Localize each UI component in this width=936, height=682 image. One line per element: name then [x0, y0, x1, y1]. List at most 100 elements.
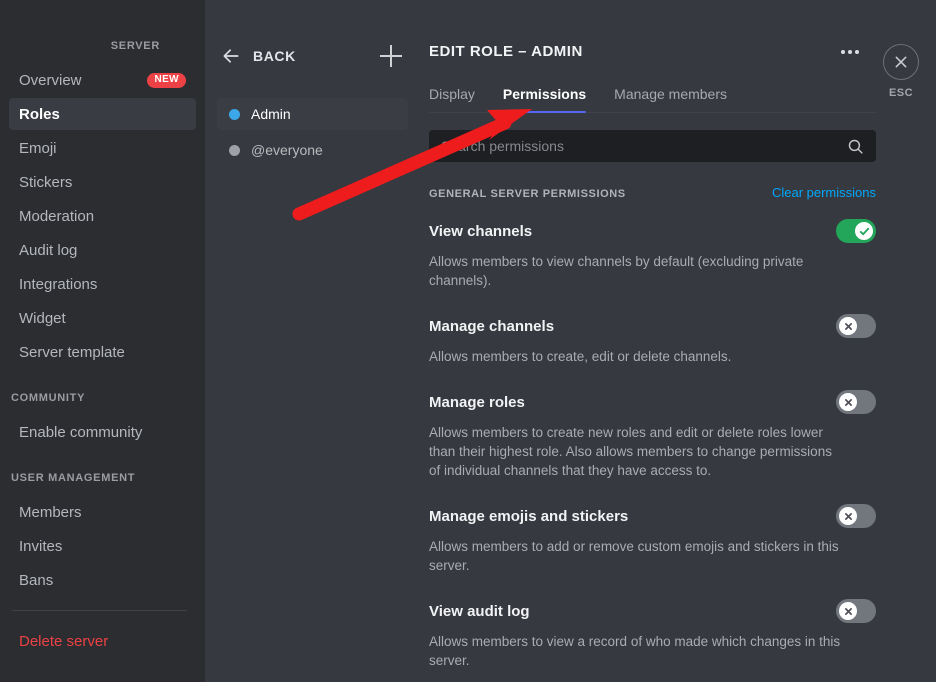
role-list-item-everyone[interactable]: @everyone — [217, 134, 408, 166]
permission-description: Allows members to view a record of who m… — [429, 634, 841, 668]
close-label: ESC — [888, 87, 914, 99]
section-title: GENERAL SERVER PERMISSIONS — [429, 188, 626, 200]
permission-name: View channels — [429, 222, 533, 240]
permission-row-view-audit-log: View audit log Allows members to view a … — [429, 599, 876, 670]
tab-permissions[interactable]: Permissions — [502, 86, 587, 113]
sidebar-item-label: Invites — [19, 537, 63, 555]
dot — [841, 49, 845, 54]
sidebar-item-moderation[interactable]: Moderation — [9, 200, 196, 232]
sidebar-item-label: Bans — [19, 571, 54, 589]
back-button[interactable]: BACK — [221, 46, 380, 66]
role-tabs: Display Permissions Manage members — [429, 86, 876, 113]
permission-header: Manage channels — [429, 314, 876, 338]
permission-header: Manage emojis and stickers — [429, 504, 876, 528]
close-settings-column: ESC — [866, 0, 936, 682]
sidebar-item-overview[interactable]: Overview NEW — [9, 64, 196, 96]
permission-row-manage-roles: Manage roles Allows members to create ne… — [429, 390, 876, 480]
back-label: BACK — [253, 48, 296, 64]
close-icon — [895, 56, 907, 68]
permission-name: Manage channels — [429, 317, 555, 335]
toggle-knob — [839, 393, 857, 411]
permission-description: Allows members to add or remove custom e… — [429, 539, 839, 573]
sidebar-item-widget[interactable]: Widget — [9, 302, 196, 334]
sidebar-item-members[interactable]: Members — [9, 496, 196, 528]
permission-description: Allows members to view channels by defau… — [429, 254, 804, 288]
sidebar-item-bans[interactable]: Bans — [9, 564, 196, 596]
sidebar-item-enable-community[interactable]: Enable community — [9, 416, 196, 448]
sidebar-item-label: Server template — [19, 343, 125, 361]
sidebar-item-label: Integrations — [19, 275, 98, 293]
edit-role-content: EDIT ROLE – ADMIN Display Permissions Ma… — [420, 43, 936, 670]
tab-display[interactable]: Display — [429, 86, 475, 113]
sidebar-item-integrations[interactable]: Integrations — [9, 268, 196, 300]
sidebar-item-roles[interactable]: Roles — [9, 98, 196, 130]
more-options-icon[interactable] — [837, 46, 863, 58]
role-color-dot — [229, 108, 240, 120]
arrow-left-icon — [223, 49, 239, 63]
new-badge: NEW — [147, 72, 186, 88]
sidebar-item-label: Enable community — [19, 423, 143, 441]
sidebar-group-header-community: COMMUNITY — [11, 392, 86, 404]
role-name: @everyone — [251, 142, 323, 158]
sidebar-item-label: Widget — [19, 309, 66, 327]
close-icon — [844, 607, 852, 615]
search-icon — [848, 139, 863, 154]
permission-header: View channels — [429, 219, 876, 243]
sidebar-item-delete-server[interactable]: Delete server — [9, 625, 196, 657]
sidebar-item-invites[interactable]: Invites — [9, 530, 196, 562]
toggle-knob — [839, 317, 857, 335]
close-icon — [844, 512, 852, 520]
role-list-item-admin[interactable]: Admin — [217, 98, 408, 130]
sidebar-item-emoji[interactable]: Emoji — [9, 132, 196, 164]
clear-permissions-link[interactable]: Clear permissions — [772, 185, 876, 200]
edit-role-panel: EDIT ROLE – ADMIN Display Permissions Ma… — [420, 0, 936, 682]
dot — [855, 49, 859, 54]
sidebar-group-header-user-management: USER MANAGEMENT — [11, 472, 136, 484]
add-role-icon[interactable] — [380, 45, 402, 67]
permission-header: View audit log — [429, 599, 876, 623]
toggle-knob — [839, 602, 857, 620]
sidebar-item-label: Stickers — [19, 173, 73, 191]
role-color-dot — [229, 144, 240, 156]
permission-name: View audit log — [429, 602, 530, 620]
sidebar-item-label: Members — [19, 503, 82, 521]
discord-server-settings-window: SERVER Overview NEW Roles Emoji Stickers… — [0, 0, 936, 682]
toggle-knob — [839, 507, 857, 525]
dot — [848, 49, 852, 54]
search-permissions-field[interactable] — [429, 130, 876, 162]
permission-name: Manage roles — [429, 393, 525, 411]
roles-panel-header: BACK — [205, 40, 420, 72]
sidebar-item-server-template[interactable]: Server template — [9, 336, 196, 368]
close-button[interactable] — [883, 44, 919, 80]
roles-list-panel: BACK Admin @everyone — [205, 0, 420, 682]
sidebar-item-label: Delete server — [19, 632, 109, 650]
permission-description: Allows members to create, edit or delete… — [429, 349, 732, 364]
permissions-section-header: GENERAL SERVER PERMISSIONS Clear permiss… — [429, 185, 876, 200]
sidebar-content: SERVER Overview NEW Roles Emoji Stickers… — [0, 38, 205, 657]
role-name: Admin — [251, 106, 291, 122]
page-title: EDIT ROLE – ADMIN — [429, 43, 583, 60]
sidebar-item-audit-log[interactable]: Audit log — [9, 234, 196, 266]
tab-manage-members[interactable]: Manage members — [614, 86, 727, 113]
sidebar-item-stickers[interactable]: Stickers — [9, 166, 196, 198]
permission-description: Allows members to create new roles and e… — [429, 425, 832, 478]
settings-sidebar: SERVER Overview NEW Roles Emoji Stickers… — [0, 0, 205, 682]
sidebar-item-label: Audit log — [19, 241, 78, 259]
edit-role-header: EDIT ROLE – ADMIN — [429, 43, 876, 60]
sidebar-item-label: Moderation — [19, 207, 95, 225]
permission-name: Manage emojis and stickers — [429, 507, 629, 525]
close-icon — [844, 322, 852, 330]
permission-row-manage-emojis-and-stickers: Manage emojis and stickers Allows member… — [429, 504, 876, 575]
close-icon — [844, 398, 852, 406]
search-input[interactable] — [441, 138, 847, 154]
sidebar-divider — [12, 610, 187, 611]
permission-row-view-channels: View channels Allows members to view cha… — [429, 219, 876, 290]
permission-row-manage-channels: Manage channels Allows members to create… — [429, 314, 876, 366]
sidebar-item-label: Emoji — [19, 139, 57, 157]
permission-header: Manage roles — [429, 390, 876, 414]
sidebar-item-label: Overview — [19, 71, 82, 89]
sidebar-item-label: Roles — [19, 105, 60, 123]
sidebar-group-header-server: SERVER — [110, 40, 160, 52]
